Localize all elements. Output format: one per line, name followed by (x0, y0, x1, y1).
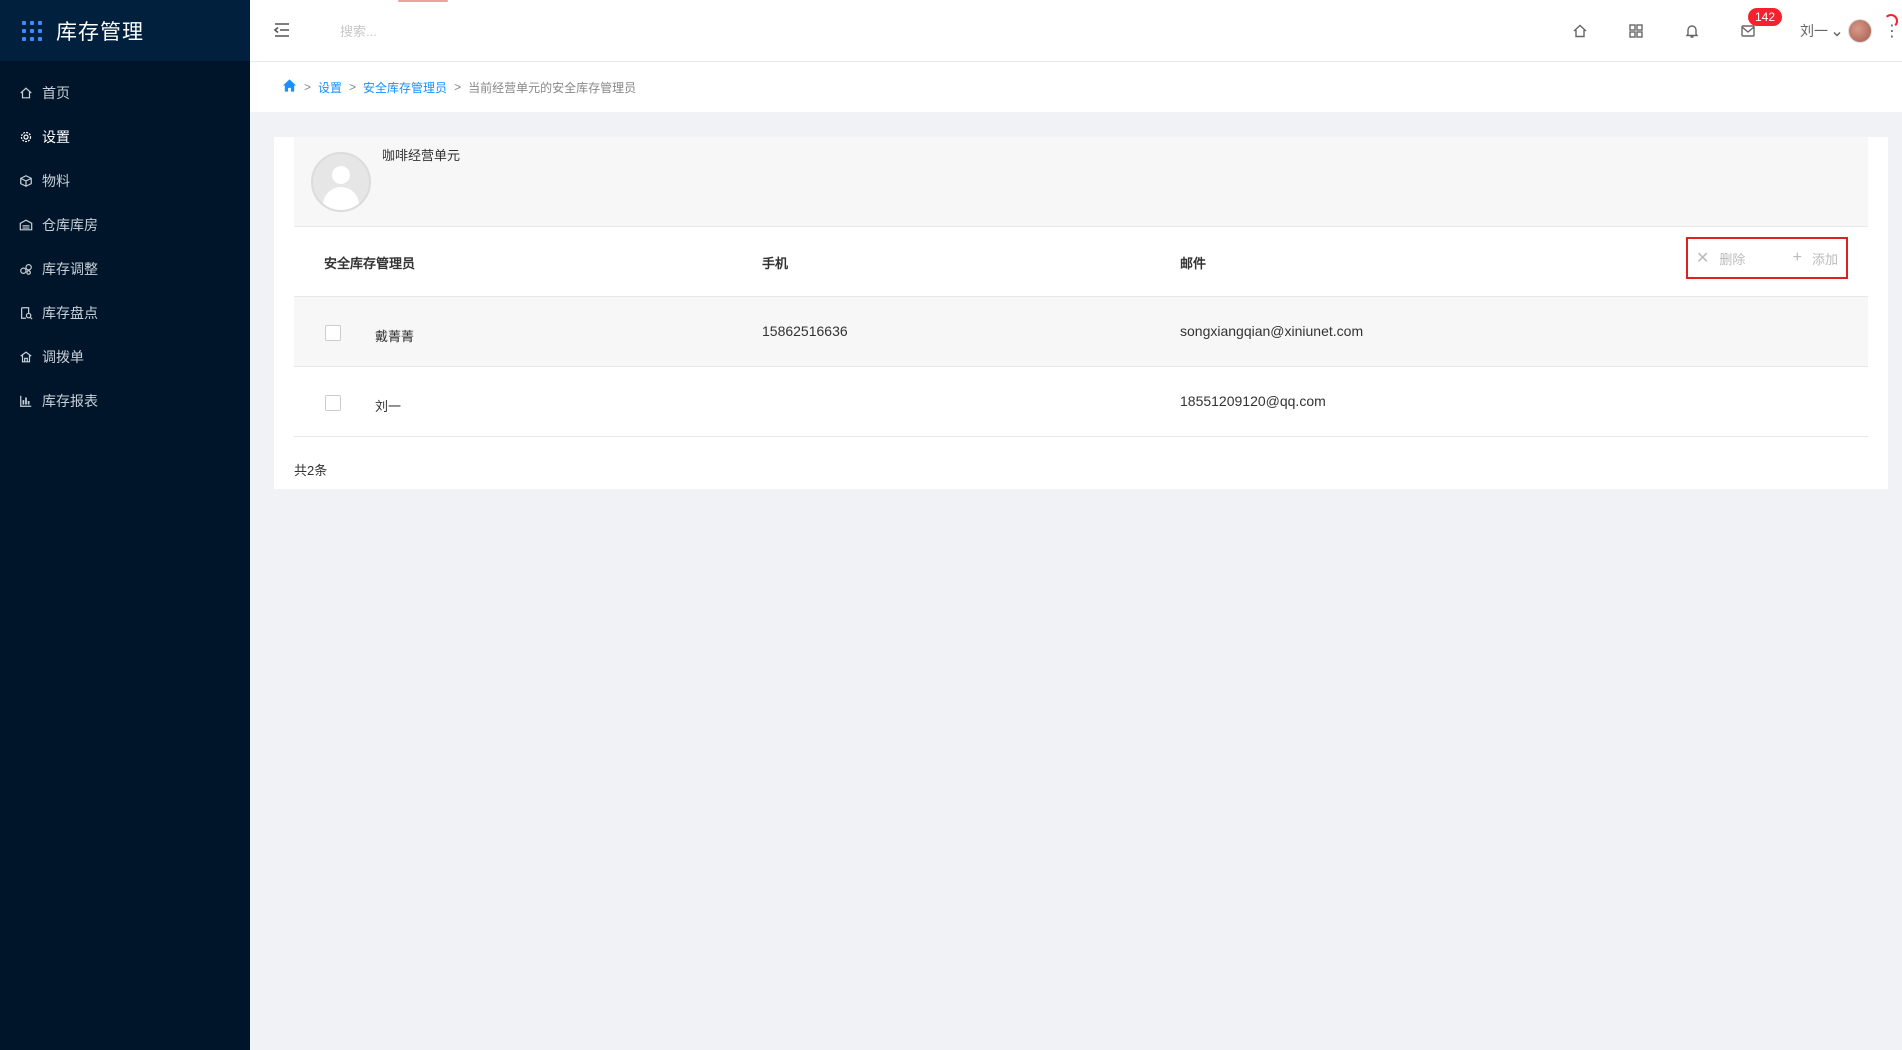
loading-spinner (1884, 14, 1898, 28)
top-header: 142 刘一 ⋮ (250, 0, 1902, 62)
table-row: 刘一 18551209120@qq.com (294, 367, 1868, 437)
sidebar-item-home[interactable]: 首页 (0, 71, 250, 115)
table-actions: ✕ 删除 + 添加 (1686, 237, 1848, 279)
sidebar-item-label: 首页 (42, 85, 70, 101)
add-label: 添加 (1811, 251, 1838, 267)
transfer-icon (18, 349, 34, 365)
close-icon: ✕ (1696, 250, 1710, 267)
message-count-badge: 142 (1748, 8, 1783, 26)
column-header-email: 邮件 (1180, 256, 1207, 271)
delete-label: 删除 (1719, 251, 1746, 267)
home-button[interactable] (1552, 0, 1608, 62)
header-actions: 142 刘一 ⋮ (1552, 0, 1902, 62)
warehouse-icon (18, 217, 34, 233)
menu-collapse-icon[interactable] (272, 20, 292, 40)
row-checkbox[interactable] (325, 395, 341, 411)
sidebar-item-label: 仓库库房 (42, 217, 98, 233)
home-icon[interactable] (282, 78, 297, 96)
search-input[interactable] (340, 19, 600, 43)
breadcrumb-separator: > (349, 80, 357, 94)
app-title: 库存管理 (56, 20, 144, 44)
breadcrumb-separator: > (304, 80, 312, 94)
breadcrumb-current: 当前经营单元的安全库存管理员 (468, 80, 637, 95)
admin-email: songxiangqian@xiniunet.com (1180, 323, 1364, 339)
more-vertical-icon[interactable]: ⋮ (1882, 0, 1902, 62)
admin-email: 18551209120@qq.com (1180, 393, 1326, 409)
sidebar-item-materials[interactable]: 物料 (0, 159, 250, 203)
sidebar-item-inventory-check[interactable]: 库存盘点 (0, 291, 250, 335)
breadcrumb-safety-stock-admin[interactable]: 安全库存管理员 (363, 79, 447, 96)
sidebar-item-warehouse[interactable]: 仓库库房 (0, 203, 250, 247)
sidebar-nav: 首页 设置 物料 仓库库房 库存调整 库存盘点 调拨单 库存报表 (0, 71, 250, 423)
apps-button[interactable] (1608, 0, 1664, 62)
home-icon (1573, 24, 1587, 38)
messages-button[interactable]: 142 (1720, 0, 1783, 62)
adjust-icon (18, 261, 34, 277)
inventory-check-icon (18, 305, 34, 321)
box-icon (18, 173, 34, 189)
main-card: 咖啡经营单元 安全库存管理员 手机 邮件 ✕ 删除 + 添加 戴菁菁 15862… (274, 137, 1888, 489)
sidebar-item-label: 物料 (42, 173, 70, 189)
column-header-admin: 安全库存管理员 (324, 256, 416, 271)
plus-icon: + (1792, 249, 1802, 266)
breadcrumb-separator: > (454, 80, 462, 94)
row-checkbox[interactable] (325, 325, 341, 341)
notification-button[interactable] (1664, 0, 1720, 62)
table-header: 安全库存管理员 手机 邮件 ✕ 删除 + 添加 (294, 227, 1868, 297)
gear-icon (18, 129, 34, 145)
admin-name: 刘一 (375, 399, 402, 414)
unit-avatar (311, 152, 371, 212)
delete-button[interactable]: ✕ 删除 (1696, 248, 1745, 268)
grid-icon (1629, 24, 1643, 38)
home-icon (18, 85, 34, 101)
avatar (1848, 19, 1872, 43)
chevron-down-icon (1832, 26, 1842, 37)
sidebar-item-label: 调拨单 (42, 349, 84, 365)
sidebar-item-label: 库存报表 (42, 393, 98, 409)
sidebar-item-label: 库存盘点 (42, 305, 98, 321)
brand: 库存管理 (0, 0, 250, 61)
business-unit-header: 咖啡经营单元 (294, 137, 1868, 227)
record-total: 共2条 (294, 463, 328, 478)
sidebar-item-label: 库存调整 (42, 261, 98, 277)
bell-icon (1685, 25, 1699, 38)
admin-phone: 15862516636 (762, 323, 848, 339)
table-row: 戴菁菁 15862516636 songxiangqian@xiniunet.c… (294, 297, 1868, 367)
username: 刘一 (1800, 23, 1828, 39)
sidebar: 库存管理 首页 设置 物料 仓库库房 库存调整 库存盘点 调拨单 库存报表 (0, 0, 250, 1050)
breadcrumb-settings[interactable]: 设置 (318, 79, 342, 96)
sidebar-item-settings[interactable]: 设置 (0, 115, 250, 159)
sidebar-item-adjustment[interactable]: 库存调整 (0, 247, 250, 291)
sidebar-item-report[interactable]: 库存报表 (0, 379, 250, 423)
column-header-phone: 手机 (762, 256, 789, 271)
business-unit-name: 咖啡经营单元 (382, 148, 461, 163)
bar-chart-icon (18, 393, 34, 409)
add-button[interactable]: + 添加 (1793, 249, 1838, 268)
sidebar-item-transfer[interactable]: 调拨单 (0, 335, 250, 379)
loading-bar (398, 0, 448, 2)
user-menu[interactable]: 刘一 (1800, 19, 1872, 43)
breadcrumb: > 设置 > 安全库存管理员 > 当前经营单元的安全库存管理员 (250, 62, 1902, 112)
admin-name: 戴菁菁 (375, 329, 415, 344)
sidebar-item-label: 设置 (42, 129, 70, 145)
apps-grid-icon (22, 20, 42, 41)
